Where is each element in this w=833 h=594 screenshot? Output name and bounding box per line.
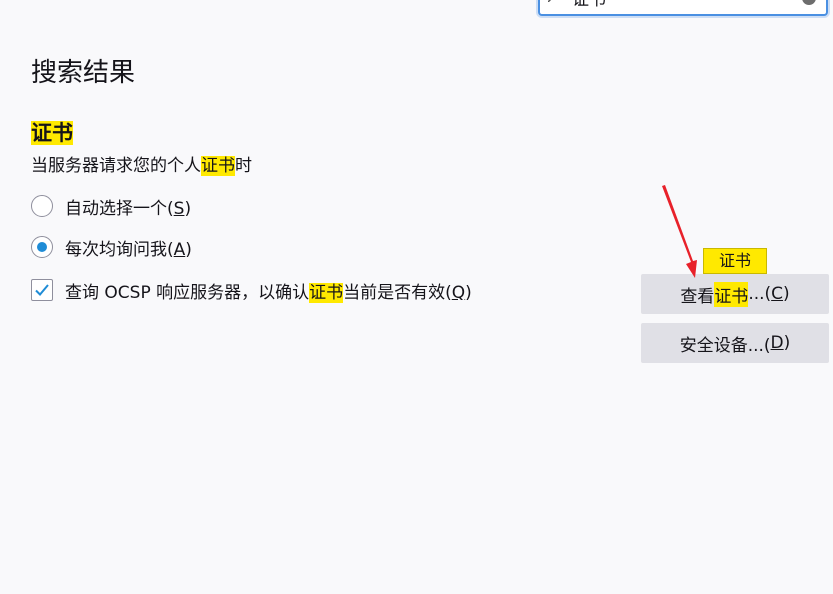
radio-option-auto-select[interactable]: 自动选择一个(S) (31, 193, 191, 219)
section-title-highlight: 证书 (31, 121, 73, 145)
clear-search-icon[interactable] (802, 0, 816, 5)
search-match-tooltip: 证书 (703, 248, 767, 274)
section-title-certificates: 证书 (31, 119, 73, 147)
checkmark-icon (35, 284, 49, 296)
desc-highlight: 证书 (201, 156, 235, 176)
radio-label-auto-select: 自动选择一个(S) (65, 198, 192, 219)
radio-label-ask-every-time: 每次均询问我(A) (65, 239, 192, 260)
checkbox-option-ocsp[interactable]: 查询 OCSP 响应服务器，以确认证书当前是否有效(Q) (31, 277, 472, 303)
search-input[interactable]: 证书 (538, 0, 828, 16)
radio-button-auto-select[interactable] (31, 195, 53, 217)
checkbox-ocsp[interactable] (31, 279, 53, 301)
search-query: 证书 (572, 0, 606, 10)
security-devices-button[interactable]: 安全设备...(D) (641, 323, 829, 363)
radio-option-ask-every-time[interactable]: 每次均询问我(A) (31, 234, 192, 260)
desc-text-after: 时 (235, 156, 252, 176)
checkbox-label-ocsp: 查询 OCSP 响应服务器，以确认证书当前是否有效(Q) (65, 282, 472, 303)
radio-button-ask-every-time[interactable] (31, 236, 53, 258)
page-title: 搜索结果 (31, 58, 136, 88)
certificate-request-description: 当服务器请求您的个人证书时 (31, 154, 252, 178)
search-icon (548, 0, 552, 2)
desc-text-before: 当服务器请求您的个人 (31, 156, 201, 176)
annotation-arrow-icon (662, 185, 697, 278)
